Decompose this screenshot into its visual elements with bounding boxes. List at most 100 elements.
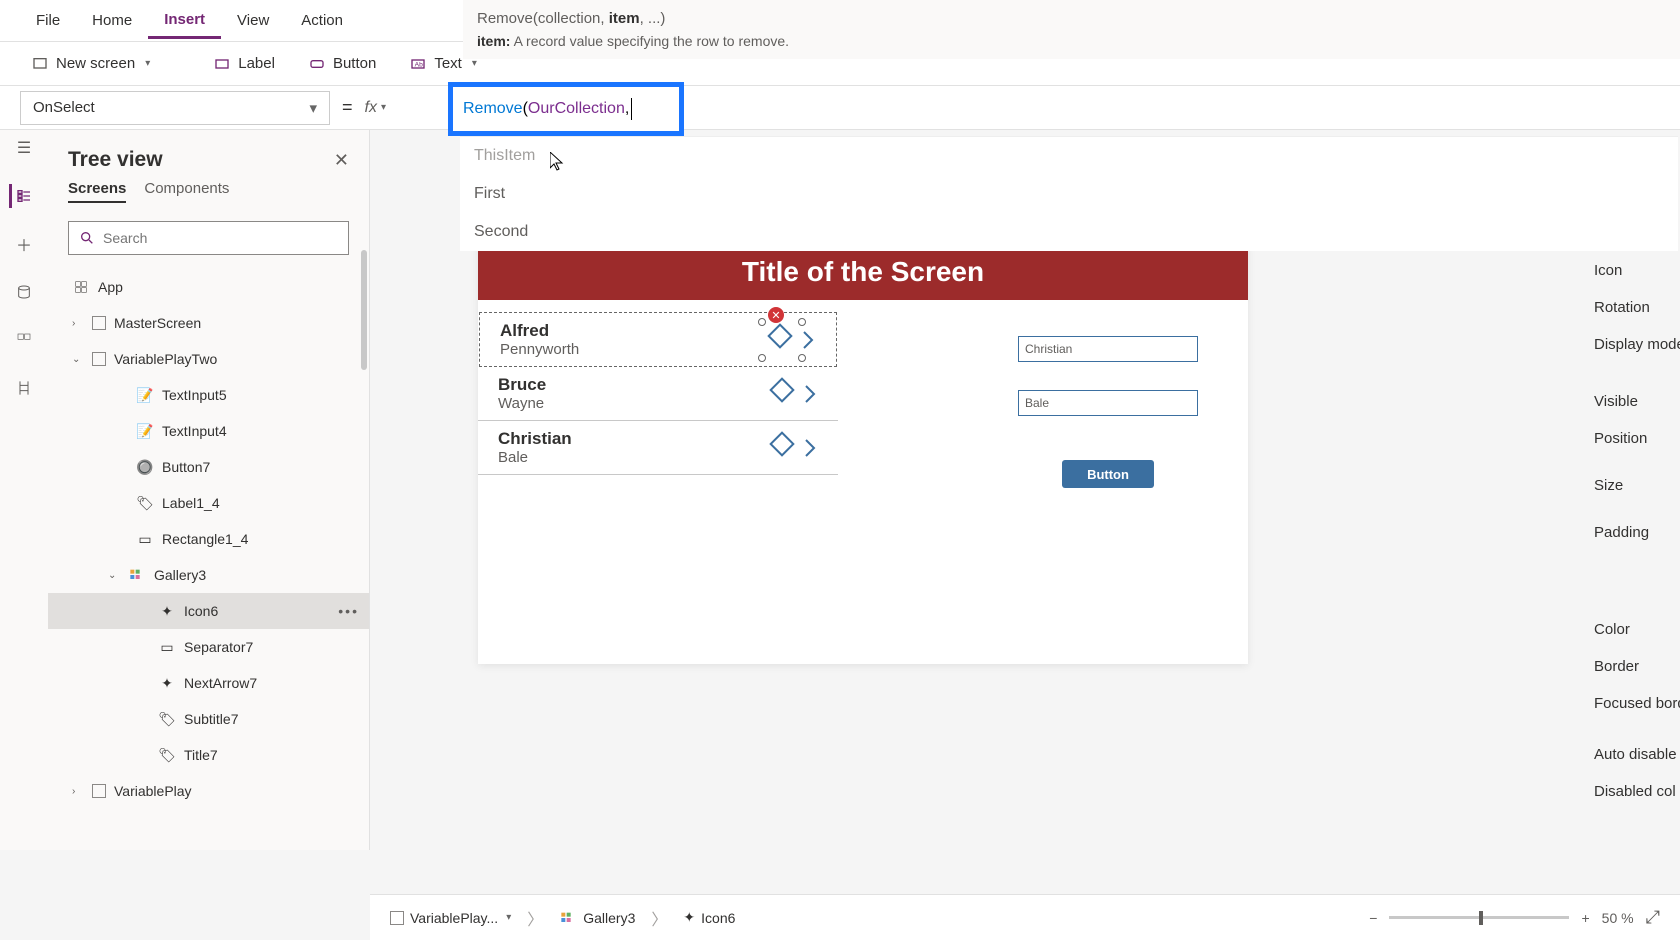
scrollbar[interactable] [361,263,367,370]
tools-icon[interactable] [12,376,36,400]
tree-node-label14[interactable]: 🏷Label1_4 [48,485,369,521]
fit-to-window-icon[interactable]: ⤢ [1646,907,1660,928]
edit-icon[interactable] [764,376,818,412]
data-icon[interactable] [12,280,36,304]
signature-fn: Remove [477,10,533,27]
gallery-row-2[interactable]: Bruce Wayne [478,367,838,421]
chevron-down-icon[interactable]: ▾ [381,102,386,113]
zoom-slider[interactable] [1389,916,1569,919]
tree-node-gallery3[interactable]: ⌄ Gallery3 [48,557,369,593]
tree-label: Gallery3 [154,567,206,583]
label-icon [214,56,230,72]
tree-node-app[interactable]: App [48,269,369,305]
label-button[interactable]: Label [202,49,287,78]
chevron-down-icon: ▾ [309,99,317,117]
more-icon[interactable]: ••• [338,603,359,619]
text-input-2[interactable]: Bale [1018,390,1198,416]
tree-node-variableplay[interactable]: › VariablePlay [48,773,369,809]
media-icon[interactable] [12,328,36,352]
prop-icon[interactable]: Icon [1588,252,1680,289]
prop-position[interactable]: Position [1588,420,1680,457]
tree-node-textinput4[interactable]: 📝TextInput4 [48,413,369,449]
tree-node-button7[interactable]: 🔘Button7 [48,449,369,485]
gallery-row-3[interactable]: Christian Bale [478,421,838,475]
checkbox[interactable] [390,911,404,925]
tree-node-masterscreen[interactable]: › MasterScreen [48,305,369,341]
gallery-row-1[interactable]: ✕ Alfred Pennyworth [479,312,837,367]
breadcrumb-label: Gallery3 [583,910,635,926]
tree-node-subtitle7[interactable]: 🏷Subtitle7 [48,701,369,737]
prop-color[interactable]: Color [1588,611,1680,648]
search-input[interactable] [103,230,338,246]
tree-node-icon6[interactable]: ✦Icon6 ••• [48,593,369,629]
tree-node-separator7[interactable]: ▭Separator7 [48,629,369,665]
param-desc: A record value specifying the row to rem… [514,33,789,49]
gallery-icon [559,909,577,927]
hamburger-icon[interactable]: ☰ [12,136,36,160]
canvas[interactable]: Title of the Screen ✕ Alfred Pennyworth … [478,244,1248,664]
zoom-thumb[interactable] [1479,911,1483,925]
text-cursor [631,98,632,120]
rectangle-icon: ▭ [136,530,154,548]
edit-icon[interactable] [764,430,818,466]
autocomplete-item-second[interactable]: Second [460,213,1678,251]
menu-file[interactable]: File [20,4,76,37]
prop-size[interactable]: Size [1588,467,1680,504]
chevron-down-icon[interactable]: ▾ [506,912,511,923]
menu-view[interactable]: View [221,4,285,37]
prop-padding[interactable]: Padding [1588,514,1680,551]
prop-focusedborder[interactable]: Focused border [1588,685,1680,722]
icon-icon: ✦ [683,909,695,926]
fx-icon[interactable]: fx [365,99,377,117]
text-input-1[interactable]: Christian [1018,336,1198,362]
tree-node-textinput5[interactable]: 📝TextInput5 [48,377,369,413]
screen-icon [32,56,48,72]
new-screen-button[interactable]: New screen ▾ [20,49,162,78]
tree-node-title7[interactable]: 🏷Title7 [48,737,369,773]
tree-node-variableplaytwo[interactable]: ⌄ VariablePlayTwo [48,341,369,377]
prop-disabledcolor[interactable]: Disabled col [1588,773,1680,810]
checkbox[interactable] [92,352,106,366]
checkbox[interactable] [92,316,106,330]
edit-icon[interactable] [762,322,816,358]
autocomplete-item-first[interactable]: First [460,175,1678,213]
zoom-in-button[interactable]: + [1581,910,1589,926]
close-icon[interactable]: ✕ [334,150,349,171]
button-insert[interactable]: Button [297,49,388,78]
tab-components[interactable]: Components [144,180,229,203]
breadcrumb-gallery[interactable]: Gallery3 [559,909,635,927]
prop-displaymode[interactable]: Display mode [1588,326,1680,363]
chevron-right-icon[interactable]: › [72,318,84,329]
tree-search[interactable] [68,221,349,255]
zoom-out-button[interactable]: − [1369,910,1377,926]
breadcrumb-icon[interactable]: ✦ Icon6 [683,909,735,926]
tree-label: Icon6 [184,603,218,619]
autocomplete-item-thisitem[interactable]: ThisItem [460,137,1678,175]
prop-autodisable[interactable]: Auto disable [1588,736,1680,773]
menu-home[interactable]: Home [76,4,148,37]
chevron-right-icon[interactable]: › [72,786,84,797]
tree-view-icon[interactable] [9,184,33,208]
gallery[interactable]: ✕ Alfred Pennyworth Bruce Wayne [478,300,838,487]
checkbox[interactable] [92,784,106,798]
row-last-name: Pennyworth [500,341,762,358]
menu-insert[interactable]: Insert [148,3,221,39]
tab-screens[interactable]: Screens [68,180,126,203]
properties-panel: Icon Rotation Display mode Visible Posit… [1588,244,1680,824]
property-selector[interactable]: OnSelect ▾ [20,91,330,125]
signature-current-param: item [609,10,640,27]
menu-action[interactable]: Action [285,4,359,37]
chevron-down-icon[interactable]: ⌄ [72,354,84,365]
app-icon [72,278,90,296]
canvas-button[interactable]: Button [1062,460,1154,488]
breadcrumb-label: VariablePlay... [410,910,498,926]
chevron-right-icon [804,384,818,404]
tree-node-nextarrow7[interactable]: ✦NextArrow7 [48,665,369,701]
tree-node-rectangle14[interactable]: ▭Rectangle1_4 [48,521,369,557]
prop-border[interactable]: Border [1588,648,1680,685]
breadcrumb-screen[interactable]: VariablePlay... ▾ [390,910,511,926]
prop-rotation[interactable]: Rotation [1588,289,1680,326]
chevron-down-icon[interactable]: ⌄ [108,570,120,581]
insert-icon[interactable]: ＋ [12,232,36,256]
prop-visible[interactable]: Visible [1588,383,1680,420]
